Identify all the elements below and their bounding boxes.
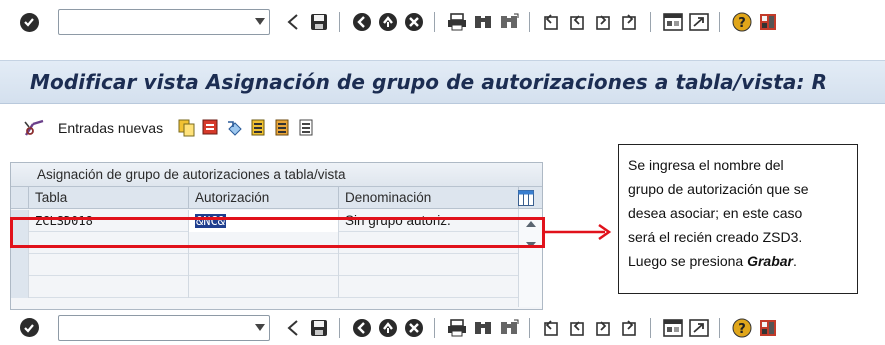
callout-emphasis: Grabar [747, 253, 794, 269]
help-icon[interactable]: ? [731, 10, 753, 34]
create-session-icon[interactable] [662, 316, 684, 340]
separator [339, 12, 340, 32]
find-icon[interactable] [472, 10, 494, 34]
separator [529, 12, 530, 32]
table-row[interactable] [11, 254, 542, 276]
previous-page-icon[interactable] [567, 316, 589, 340]
deselect-all-icon[interactable] [297, 117, 317, 139]
separator [650, 317, 651, 338]
undo-change-icon[interactable] [225, 117, 245, 139]
column-header-denominacion[interactable]: Denominación [339, 187, 519, 209]
table-row[interactable] [11, 276, 542, 298]
shortcut-icon[interactable] [688, 316, 710, 340]
separator [529, 317, 530, 338]
exit-icon[interactable] [377, 316, 399, 340]
separator [719, 12, 720, 32]
cancel-icon[interactable] [403, 10, 425, 34]
command-input[interactable] [63, 11, 243, 33]
back-icon[interactable] [282, 316, 304, 340]
cancel-icon[interactable] [403, 316, 425, 340]
column-header-tabla[interactable]: Tabla [29, 187, 189, 209]
row-selector[interactable] [11, 276, 29, 298]
cell-tabla [29, 254, 189, 276]
last-page-icon[interactable] [619, 10, 641, 34]
back-green-icon[interactable] [351, 10, 373, 34]
find-icon[interactable] [472, 316, 494, 340]
chevron-down-icon[interactable] [255, 18, 265, 25]
find-next-icon[interactable] [498, 10, 520, 34]
find-next-icon[interactable] [498, 316, 520, 340]
callout-text: . [793, 253, 797, 269]
separator [650, 12, 651, 32]
table-title: Asignación de grupo de autorizaciones a … [11, 163, 542, 187]
callout-line: Luego se presiona Grabar. [628, 249, 849, 273]
cell-tabla [29, 276, 189, 298]
print-icon[interactable] [446, 10, 468, 34]
delete-icon[interactable] [201, 117, 221, 139]
page-title: Modificar vista Asignación de grupo de a… [30, 70, 828, 94]
command-field[interactable] [58, 314, 270, 341]
callout-line: será el recién creado ZSD3. [628, 229, 803, 245]
ok-icon[interactable] [16, 9, 42, 35]
callout-line: desea asociar; en este caso [628, 205, 803, 221]
command-input[interactable] [63, 316, 243, 339]
title-bar: Modificar vista Asignación de grupo de a… [0, 60, 885, 104]
column-header-autorizacion[interactable]: Autorización [189, 187, 339, 209]
row-selector[interactable] [11, 254, 29, 276]
table-settings-icon[interactable] [518, 190, 534, 206]
first-page-icon[interactable] [541, 10, 563, 34]
cell-denominacion [339, 254, 519, 276]
previous-page-icon[interactable] [567, 10, 589, 34]
callout-line: Se ingresa el nombre del [628, 157, 784, 173]
save-icon[interactable] [308, 316, 330, 340]
svg-text:?: ? [738, 322, 746, 337]
shortcut-icon[interactable] [688, 10, 710, 34]
print-icon[interactable] [446, 316, 468, 340]
separator [434, 12, 435, 32]
layout-icon[interactable] [757, 10, 779, 34]
row-selector-header[interactable] [11, 187, 29, 209]
cell-denominacion [339, 276, 519, 298]
cell-autorizacion[interactable] [189, 254, 339, 276]
row-highlight-box [10, 217, 545, 248]
copy-as-icon[interactable] [177, 117, 197, 139]
arrow-icon [545, 223, 612, 241]
back-green-icon[interactable] [351, 316, 373, 340]
callout-text: Luego se presiona [628, 253, 748, 269]
next-page-icon[interactable] [593, 316, 615, 340]
exit-icon[interactable] [377, 10, 399, 34]
display-change-icon[interactable] [22, 116, 48, 140]
separator [434, 317, 435, 338]
cell-autorizacion[interactable] [189, 276, 339, 298]
callout-line: grupo de autorización que se [628, 181, 809, 197]
separator [719, 317, 720, 338]
separator [339, 317, 340, 338]
create-session-icon[interactable] [662, 10, 684, 34]
layout-icon[interactable] [757, 316, 779, 340]
command-field[interactable] [58, 9, 270, 35]
select-all-icon[interactable] [249, 117, 269, 139]
save-icon[interactable] [308, 10, 330, 34]
back-icon[interactable] [282, 10, 304, 34]
chevron-down-icon[interactable] [255, 323, 265, 331]
standard-toolbar: ? [0, 0, 885, 44]
ok-icon[interactable] [16, 315, 42, 341]
new-entries-button[interactable]: Entradas nuevas [58, 120, 163, 136]
select-block-icon[interactable] [273, 117, 293, 139]
instruction-callout: Se ingresa el nombre del grupo de autori… [618, 144, 858, 294]
table-header: Tabla Autorización Denominación [11, 187, 542, 209]
help-icon[interactable]: ? [731, 316, 753, 340]
next-page-icon[interactable] [593, 10, 615, 34]
svg-text:?: ? [738, 16, 746, 31]
last-page-icon[interactable] [619, 316, 641, 340]
standard-toolbar-bottom: ? [0, 310, 885, 345]
first-page-icon[interactable] [541, 316, 563, 340]
